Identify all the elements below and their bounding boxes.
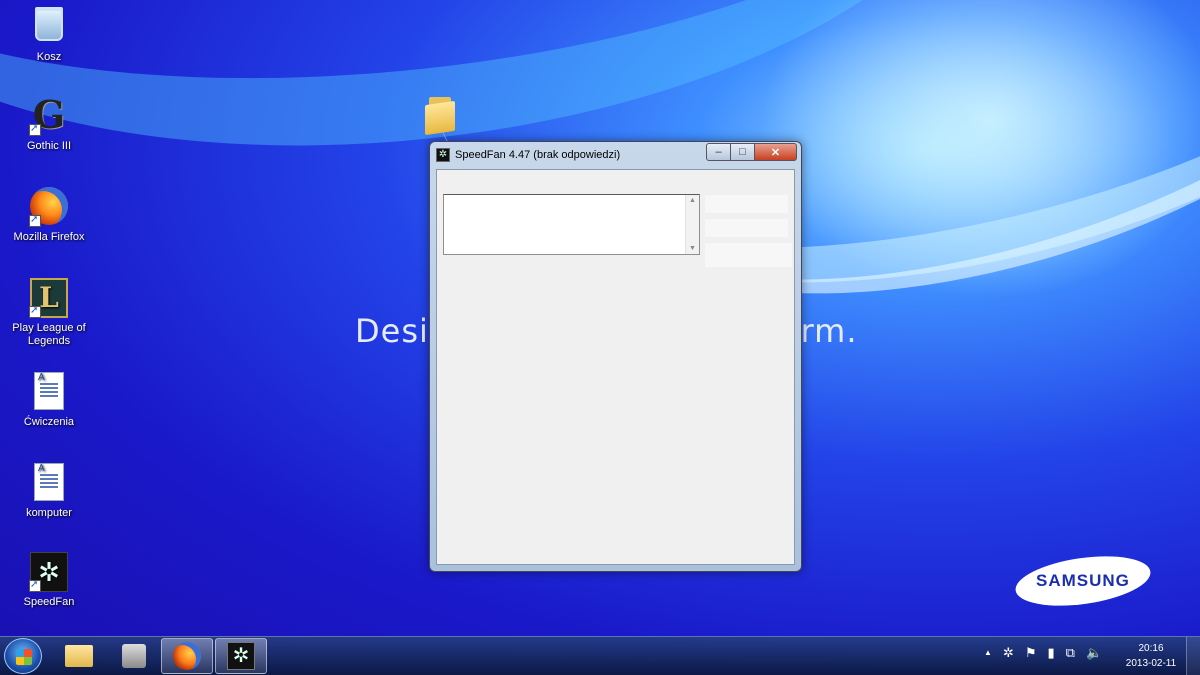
desktop-icon-speedfan[interactable]: ✲ SpeedFan (1, 552, 97, 609)
system-tray: ▲ ✲ ⚑ ▮ ⧉ 🔈 (984, 645, 1102, 661)
log-listbox[interactable]: ▲ ▼ (443, 194, 700, 255)
action-center-flag-icon[interactable]: ⚑ (1025, 645, 1037, 661)
desktop-icon-label: komputer (26, 507, 72, 519)
volume-icon[interactable]: 🔈 (1086, 645, 1102, 661)
wallpaper-glow (760, 0, 1200, 300)
scroll-down-arrow-icon[interactable]: ▼ (689, 245, 696, 252)
folder-icon[interactable] (425, 95, 457, 136)
desktop-icon-cwiczenia[interactable]: Ćwiczenia (1, 371, 97, 429)
desktop-icon-label: SpeedFan (23, 596, 75, 608)
minimize-icon: – (715, 146, 722, 158)
firefox-icon (29, 187, 69, 227)
desktop-icon-league-of-legends[interactable]: L Play League of Legends (1, 278, 97, 348)
maximize-button[interactable]: □ (730, 143, 755, 161)
power-icon[interactable]: ▮ (1047, 645, 1054, 661)
speedfan-icon: ✲ (29, 552, 69, 592)
empty-field-2 (704, 218, 789, 238)
recycle-bin-icon (29, 7, 69, 47)
taskbar-firefox-button[interactable] (161, 638, 213, 674)
desktop-icon-gothic[interactable]: G Gothic III (1, 96, 97, 153)
speedfan-tray-icon[interactable]: ✲ (1003, 645, 1014, 661)
desktop-icon-label: Kosz (36, 51, 62, 63)
close-icon: ✕ (770, 146, 781, 159)
window-title: SpeedFan 4.47 (brak odpowiedzi) (455, 149, 621, 161)
speedfan-window[interactable]: ✲ SpeedFan 4.47 (brak odpowiedzi) – □ ✕ … (429, 141, 802, 572)
close-button[interactable]: ✕ (754, 143, 797, 161)
listbox-scrollbar[interactable]: ▲ ▼ (685, 195, 699, 254)
desktop-icon-label: Play League of Legends (12, 322, 86, 347)
speedfan-icon: ✲ (227, 642, 255, 670)
taskbar-explorer-button[interactable] (53, 638, 105, 674)
desktop-icon-label: Ćwiczenia (23, 416, 75, 428)
start-button[interactable] (4, 638, 42, 674)
network-icon[interactable]: ⧉ (1066, 645, 1075, 661)
document-icon (29, 371, 69, 412)
scroll-up-arrow-icon[interactable]: ▲ (689, 197, 696, 204)
window-client-area: ▲ ▼ (436, 169, 795, 565)
shortcut-arrow-icon (29, 304, 41, 318)
desktop-icon-firefox[interactable]: Mozilla Firefox (1, 187, 97, 244)
desktop-icon-recycle-bin[interactable]: Kosz (1, 4, 97, 64)
samsung-logo: SAMSUNG (1012, 548, 1154, 614)
clock-date: 2013-02-11 (1125, 658, 1177, 669)
taskbar-media-button[interactable] (108, 638, 160, 674)
show-desktop-button[interactable] (1186, 637, 1200, 675)
media-icon (122, 644, 146, 668)
shortcut-arrow-icon (29, 578, 41, 592)
show-hidden-icons-chevron-icon[interactable]: ▲ (984, 645, 992, 661)
firefox-icon (173, 642, 201, 670)
taskbar-clock[interactable]: 20:16 2013-02-11 (1122, 641, 1180, 671)
desktop-icon-label: Mozilla Firefox (13, 231, 85, 243)
desktop-icon-label: Gothic III (26, 140, 72, 152)
windows-explorer-icon (65, 645, 93, 667)
empty-field-3 (704, 242, 793, 268)
minimize-button[interactable]: – (706, 143, 731, 161)
taskbar: ✲ ▲ ✲ ⚑ ▮ ⧉ 🔈 20:16 2013-02-11 (0, 636, 1200, 675)
speedfan-app-icon[interactable]: ✲ (436, 148, 450, 162)
empty-field-1 (704, 194, 789, 214)
document-icon (29, 462, 69, 503)
clock-time: 20:16 (1138, 643, 1164, 654)
league-of-legends-icon: L (29, 278, 69, 318)
maximize-icon: □ (739, 146, 746, 158)
samsung-logo-text: SAMSUNG (1036, 571, 1130, 590)
desktop-icon-komputer[interactable]: komputer (1, 462, 97, 520)
shortcut-arrow-icon (29, 213, 41, 227)
shortcut-arrow-icon (29, 122, 41, 136)
gothic-icon: G (29, 96, 69, 136)
taskbar-speedfan-button[interactable]: ✲ (215, 638, 267, 674)
